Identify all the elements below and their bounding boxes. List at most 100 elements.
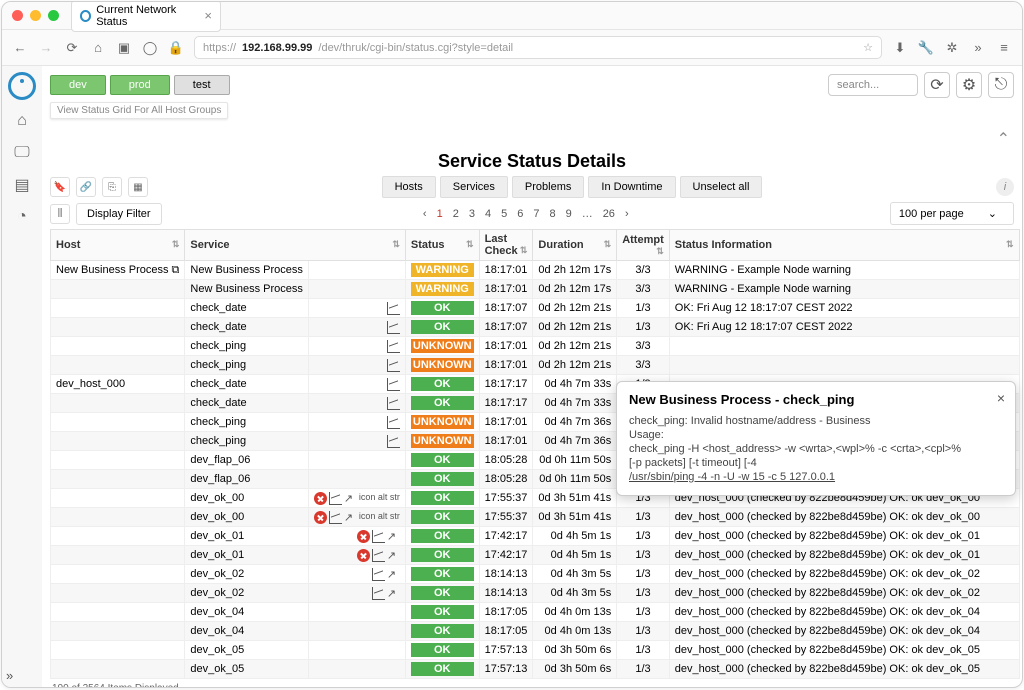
external-link-icon[interactable] [387, 568, 400, 581]
page-2[interactable]: 2 [453, 208, 459, 220]
bookmark-button[interactable]: 🔖 [50, 177, 70, 197]
table-row[interactable]: dev_ok_00icon alt strOK17:55:370d 3h 51m… [51, 508, 1020, 527]
chart-icon[interactable] [329, 492, 342, 505]
chart-icon[interactable] [372, 530, 385, 543]
rail-server-icon[interactable]: ▤ [11, 174, 33, 196]
cell-service[interactable]: check_date [185, 299, 309, 318]
table-row[interactable]: dev_ok_02OK18:14:130d 4h 3m 5s1/3dev_hos… [51, 584, 1020, 603]
cell-service[interactable]: dev_ok_00 [185, 508, 309, 527]
cell-service[interactable]: check_ping [185, 413, 309, 432]
display-filter-button[interactable]: Display Filter [76, 203, 162, 225]
link-button[interactable]: 🔗 [76, 177, 96, 197]
browser-tab[interactable]: Current Network Status × [71, 1, 221, 32]
cell-service[interactable]: New Business Process [185, 280, 309, 299]
cell-service[interactable]: dev_ok_01 [185, 527, 309, 546]
url-field[interactable]: https://192.168.99.99/dev/thruk/cgi-bin/… [194, 36, 882, 59]
table-row[interactable]: dev_ok_01OK17:42:170d 4h 5m 1s1/3dev_hos… [51, 527, 1020, 546]
table-row[interactable]: check_dateOK18:17:070d 2h 12m 21s1/3OK: … [51, 299, 1020, 318]
rail-home-icon[interactable]: ⌂ [11, 110, 33, 132]
info-icon[interactable]: i [996, 178, 1014, 196]
page-1[interactable]: 1 [437, 208, 443, 220]
cell-service[interactable]: dev_ok_00 [185, 489, 309, 508]
table-row[interactable]: dev_ok_05OK17:57:130d 3h 50m 6s1/3dev_ho… [51, 641, 1020, 660]
window-maximize[interactable] [48, 10, 59, 21]
tab-close-icon[interactable]: × [204, 8, 212, 23]
devtools-icon[interactable]: 🔧 [918, 40, 934, 56]
disabled-icon[interactable] [314, 511, 327, 524]
menu-icon[interactable]: ≡ [996, 40, 1012, 56]
disabled-icon[interactable] [357, 530, 370, 543]
refresh-button[interactable]: ⟳ [924, 72, 950, 98]
window-minimize[interactable] [30, 10, 41, 21]
bookmark-icon[interactable]: ☆ [863, 41, 873, 54]
extensions-icon[interactable]: ✲ [944, 40, 960, 56]
cell-service[interactable]: check_ping [185, 432, 309, 451]
copy-button[interactable]: ⎘ [102, 177, 122, 197]
filter-in-downtime-button[interactable]: In Downtime [588, 176, 675, 198]
env-test-button[interactable]: test [174, 75, 230, 95]
table-row[interactable]: New Business ProcessWARNING18:17:010d 2h… [51, 280, 1020, 299]
external-link-icon[interactable] [387, 549, 400, 562]
col-header-last-check[interactable]: Last Check⇅ [479, 230, 533, 261]
col-header-attempt[interactable]: Attempt⇅ [617, 230, 670, 261]
chart-icon[interactable] [372, 549, 385, 562]
table-row[interactable]: dev_ok_01OK17:42:170d 4h 5m 1s1/3dev_hos… [51, 546, 1020, 565]
page-7[interactable]: 7 [533, 208, 539, 220]
shield-icon[interactable]: ◯ [142, 40, 158, 56]
columns-button[interactable]: ⫼ [50, 204, 70, 224]
table-button[interactable]: ▦ [128, 177, 148, 197]
cell-service[interactable]: check_date [185, 375, 309, 394]
window-close[interactable] [12, 10, 23, 21]
nav-forward-icon[interactable]: → [38, 40, 54, 56]
cell-service[interactable]: check_date [185, 318, 309, 337]
cell-service[interactable]: dev_ok_01 [185, 546, 309, 565]
cell-service[interactable]: dev_ok_02 [185, 584, 309, 603]
expand-sidebar-icon[interactable]: » [6, 668, 13, 683]
cell-service[interactable]: dev_ok_05 [185, 641, 309, 660]
page-›[interactable]: › [625, 208, 629, 220]
nav-back-icon[interactable]: ← [12, 40, 28, 56]
nav-download-icon[interactable]: ▣ [116, 40, 132, 56]
table-row[interactable]: New Business Process ⧉New Business Proce… [51, 261, 1020, 280]
disabled-icon[interactable] [314, 492, 327, 505]
col-header-service[interactable]: Service⇅ [185, 230, 406, 261]
page-6[interactable]: 6 [517, 208, 523, 220]
col-header-status-information[interactable]: Status Information⇅ [669, 230, 1019, 261]
cell-service[interactable]: dev_flap_06 [185, 451, 309, 470]
cell-service[interactable]: check_ping [185, 337, 309, 356]
page-5[interactable]: 5 [501, 208, 507, 220]
filter-problems-button[interactable]: Problems [512, 176, 584, 198]
nav-home-icon[interactable]: ⌂ [90, 40, 106, 56]
table-row[interactable]: check_dateOK18:17:070d 2h 12m 21s1/3OK: … [51, 318, 1020, 337]
page-9[interactable]: 9 [566, 208, 572, 220]
status-grid-link[interactable]: View Status Grid For All Host Groups [50, 102, 228, 119]
external-link-icon[interactable] [344, 492, 357, 505]
page-3[interactable]: 3 [469, 208, 475, 220]
chart-icon[interactable] [387, 416, 400, 429]
logout-button[interactable]: ⎋ [988, 72, 1014, 98]
cell-service[interactable]: check_ping [185, 356, 309, 375]
popup-close-icon[interactable]: × [997, 390, 1005, 406]
chart-icon[interactable] [387, 321, 400, 334]
cell-service[interactable]: dev_ok_04 [185, 603, 309, 622]
app-logo-icon[interactable] [8, 72, 36, 100]
chart-icon[interactable] [372, 587, 385, 600]
env-prod-button[interactable]: prod [110, 75, 170, 95]
per-page-select[interactable]: 100 per page⌄ [890, 202, 1014, 225]
filter-unselect-all-button[interactable]: Unselect all [680, 176, 763, 198]
chart-icon[interactable] [387, 378, 400, 391]
downloads-icon[interactable]: ⬇ [892, 40, 908, 56]
page-26[interactable]: 26 [603, 208, 615, 220]
chart-icon[interactable] [387, 340, 400, 353]
filter-hosts-button[interactable]: Hosts [382, 176, 436, 198]
table-row[interactable]: dev_ok_02OK18:14:130d 4h 3m 5s1/3dev_hos… [51, 565, 1020, 584]
chart-icon[interactable] [387, 359, 400, 372]
cell-service[interactable]: check_date [185, 394, 309, 413]
page-8[interactable]: 8 [549, 208, 555, 220]
rail-gauge-icon[interactable]: ◔ [11, 206, 33, 228]
chart-icon[interactable] [387, 435, 400, 448]
table-row[interactable]: check_pingUNKNOWN18:17:010d 2h 12m 21s3/… [51, 337, 1020, 356]
chart-icon[interactable] [372, 568, 385, 581]
cell-service[interactable]: New Business Process [185, 261, 309, 280]
table-row[interactable]: dev_ok_04OK18:17:050d 4h 0m 13s1/3dev_ho… [51, 603, 1020, 622]
